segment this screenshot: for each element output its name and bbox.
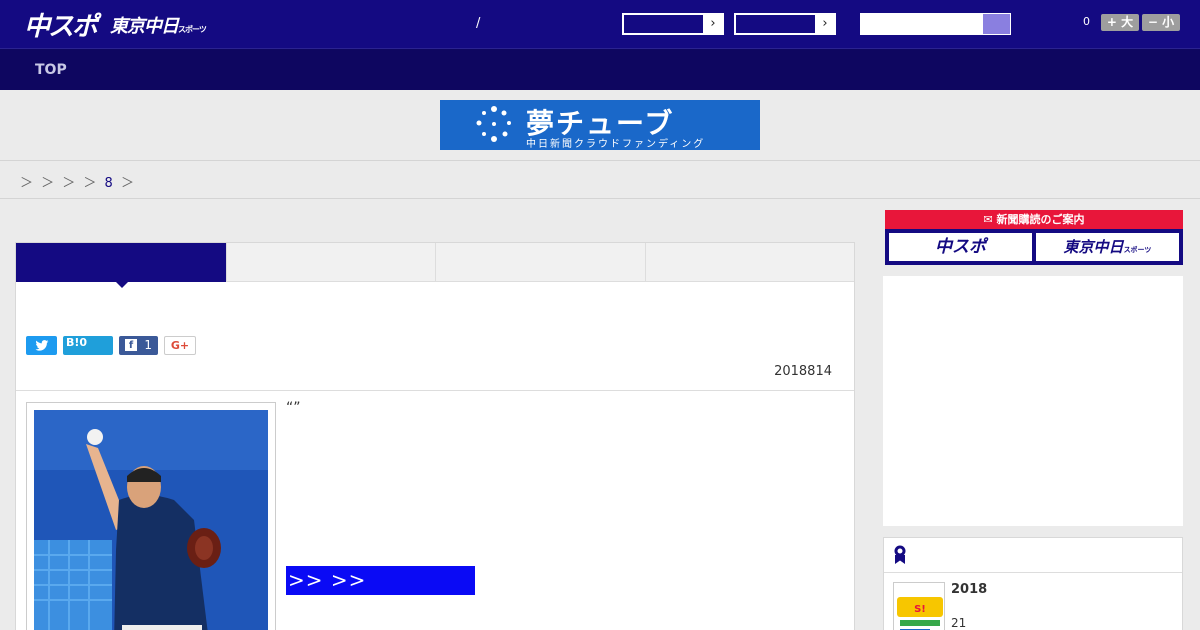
facebook-icon: f xyxy=(125,339,137,351)
category-select-2[interactable]: › xyxy=(734,13,836,35)
tab-3[interactable] xyxy=(436,243,646,282)
font-small-button[interactable]: − 小 xyxy=(1142,14,1180,31)
article-divider xyxy=(16,390,854,391)
breadcrumb-prefix: ＞ ＞ ＞ ＞ xyxy=(20,176,99,191)
site-header: 中スポ 東京中日スポーツ / › › 0 + 大 − 小 xyxy=(0,0,1200,48)
hatena-bookmark-button[interactable]: B!0 xyxy=(63,336,113,355)
ribbon-award-icon xyxy=(894,545,906,564)
subscribe-tokyo-button[interactable]: 東京中日スポーツ xyxy=(1036,233,1179,261)
ranking-box: S! 2018 21 xyxy=(883,537,1183,630)
tab-4[interactable] xyxy=(646,243,854,282)
tokyo-logo-text: 東京中日 xyxy=(110,16,179,37)
article-date: 2018814 xyxy=(774,364,832,379)
chevron-right-icon: › xyxy=(710,16,716,31)
spotsuri-magazine-image: S! xyxy=(894,583,944,630)
facebook-count: 1 xyxy=(144,338,152,352)
search-input[interactable] xyxy=(860,13,984,35)
breadcrumb: ＞ ＞ ＞ ＞ 8 ＞ xyxy=(0,161,1200,199)
banner-subtitle: 中日新聞クラウドファンディング xyxy=(526,139,706,150)
tokyo-chunichi-logo[interactable]: 東京中日スポーツ xyxy=(110,12,207,38)
svg-text:S!: S! xyxy=(914,604,926,615)
chuspo-logo[interactable]: 中スポ xyxy=(24,6,98,43)
sparkle-dots-icon xyxy=(476,106,511,142)
newspaper-icon: ✉ xyxy=(983,213,997,226)
subscription-header-text: 新聞購読のご案内 xyxy=(996,213,1085,226)
subscribe-tokyo-text: 東京中日 xyxy=(1063,238,1124,256)
subscribe-tokyo-small: スポーツ xyxy=(1123,246,1152,254)
breadcrumb-text: ＞ ＞ ＞ ＞ 8 ＞ xyxy=(20,172,136,191)
read-more-link[interactable]: >> >> xyxy=(286,566,475,595)
twitter-icon xyxy=(35,340,48,351)
tokyo-logo-small: スポーツ xyxy=(178,25,207,34)
breadcrumb-suffix: ＞ xyxy=(120,176,136,191)
nav-item-top[interactable]: TOP xyxy=(35,62,67,78)
subscription-header[interactable]: ✉ 新聞購読のご案内 xyxy=(885,210,1183,229)
tab-2[interactable] xyxy=(227,243,436,282)
ranking-item-sub: 21 xyxy=(951,616,967,630)
active-tab-indicator xyxy=(116,282,128,288)
facebook-share-button[interactable]: f 1 xyxy=(119,336,158,355)
pitcher-photo xyxy=(34,410,268,630)
ad-slot[interactable] xyxy=(883,276,1183,526)
chevron-right-icon: › xyxy=(822,16,828,31)
subscribe-chuspo-button[interactable]: 中スポ xyxy=(889,233,1032,261)
category-select-2-field xyxy=(736,15,815,33)
breadcrumb-link[interactable]: 8 xyxy=(105,176,115,191)
banner-area: 夢チューブ 中日新聞クラウドファンディング xyxy=(0,90,1200,161)
twitter-share-button[interactable] xyxy=(26,336,57,355)
yume-tube-banner[interactable]: 夢チューブ 中日新聞クラウドファンディング xyxy=(440,100,760,150)
global-nav: TOP xyxy=(0,48,1200,90)
article-photo-frame[interactable] xyxy=(26,402,276,630)
category-select-1-field xyxy=(624,15,703,33)
search-button[interactable] xyxy=(982,13,1011,35)
category-select-1[interactable]: › xyxy=(622,13,724,35)
article-panel: B!0 f 1 G+ 2018814 “” >> >> xyxy=(15,242,855,630)
font-large-button[interactable]: + 大 xyxy=(1101,14,1139,31)
ranking-header xyxy=(884,538,1182,573)
subscription-box: ✉ 新聞購読のご案内 中スポ 東京中日スポーツ xyxy=(885,210,1183,265)
header-separator: / xyxy=(476,16,481,31)
ranking-item-title[interactable]: 2018 xyxy=(951,582,987,597)
counter-text: 0 xyxy=(1083,15,1090,28)
google-plus-share-button[interactable]: G+ xyxy=(164,336,196,355)
ranking-thumbnail[interactable]: S! xyxy=(893,582,945,630)
article-quote: “” xyxy=(286,400,301,416)
tab-1-active[interactable] xyxy=(16,243,227,282)
